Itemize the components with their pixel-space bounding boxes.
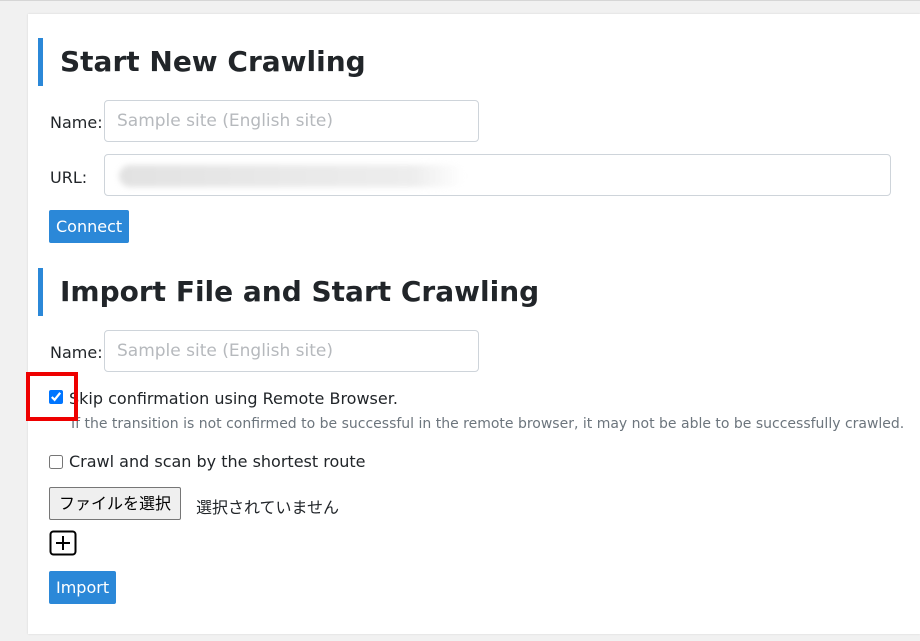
import-name-input[interactable] — [104, 330, 479, 372]
url-input[interactable] — [104, 154, 891, 196]
connect-button[interactable]: Connect — [49, 210, 130, 243]
redacted-url-value — [119, 165, 464, 187]
import-crawling-title: Import File and Start Crawling — [38, 268, 539, 316]
skip-confirmation-label: Skip confirmation using Remote Browser. — [69, 389, 398, 408]
import-name-label: Name: — [50, 343, 103, 362]
name-input[interactable] — [104, 100, 479, 142]
skip-confirmation-help: If the transition is not confirmed to be… — [71, 416, 905, 432]
plus-square-icon[interactable] — [49, 530, 77, 556]
file-status-text: 選択されていません — [196, 498, 340, 517]
start-crawling-title: Start New Crawling — [38, 38, 366, 86]
import-button[interactable]: Import — [49, 571, 117, 604]
shortest-route-checkbox[interactable] — [49, 455, 63, 469]
choose-file-button[interactable]: ファイルを選択 — [49, 487, 182, 520]
crawl-card: Start New Crawling Name: URL: Connect Im… — [26, 14, 920, 634]
top-divider — [0, 0, 920, 1]
url-label: URL: — [50, 168, 88, 187]
highlight-box — [26, 372, 78, 421]
name-label: Name: — [50, 113, 103, 132]
shortest-route-label: Crawl and scan by the shortest route — [69, 452, 366, 471]
